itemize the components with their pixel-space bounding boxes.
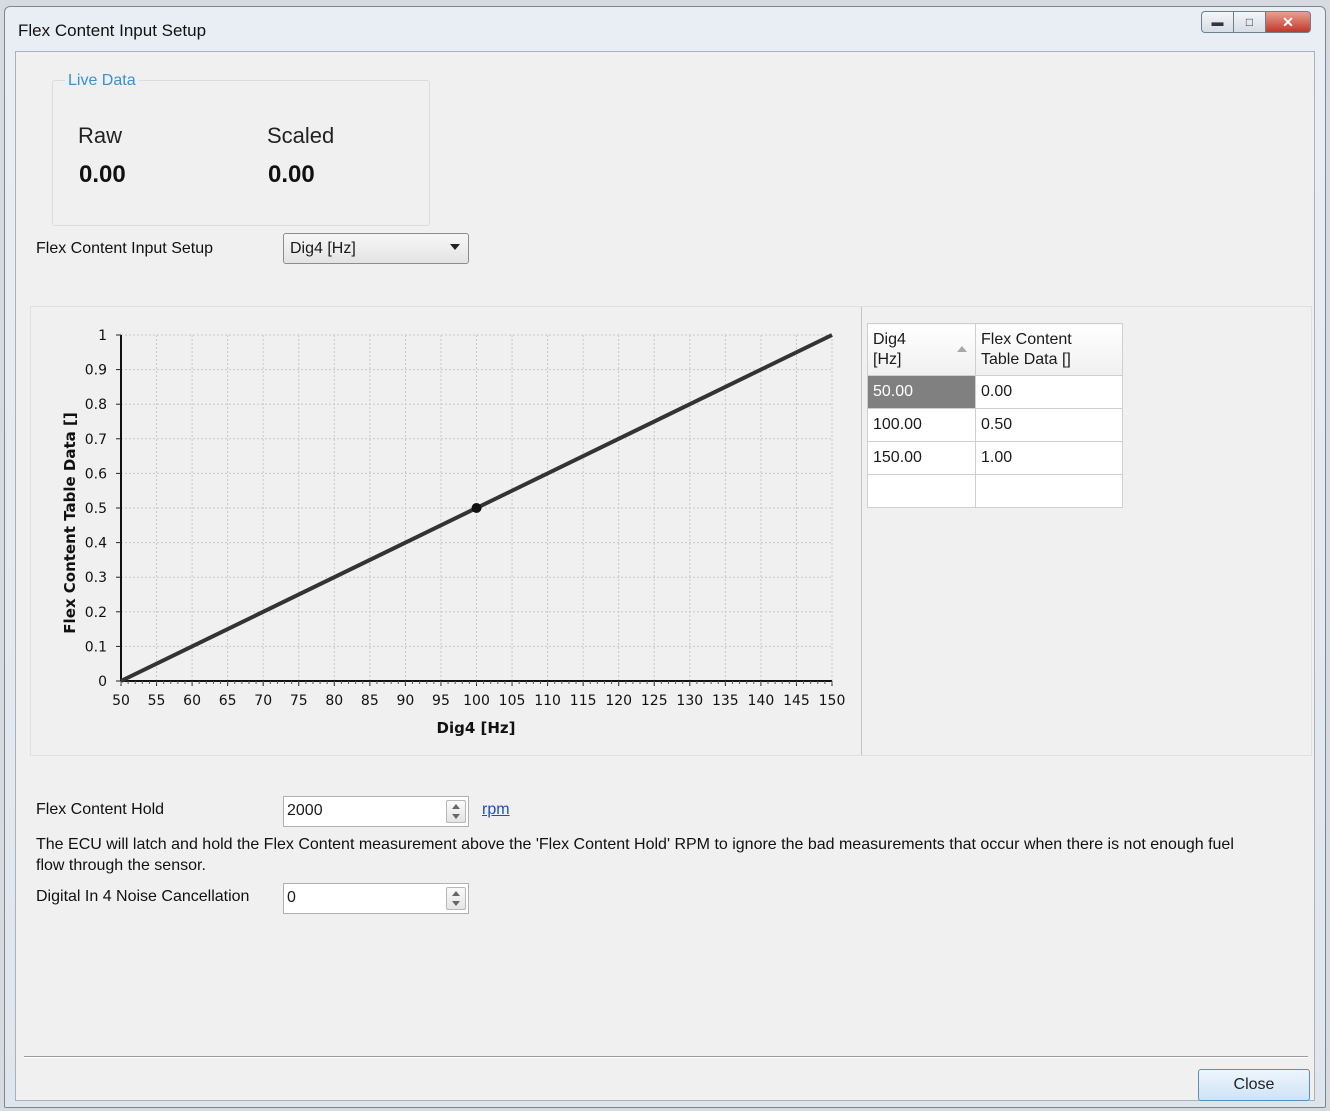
sort-ascending-icon: [957, 346, 967, 352]
x-tick-label: 90: [396, 693, 414, 709]
y-tick-label: 0.2: [85, 605, 107, 621]
table-cell[interactable]: 1.00: [975, 441, 1123, 475]
y-tick-label: 1: [98, 328, 107, 344]
close-window-button[interactable]: ✕: [1265, 11, 1311, 33]
noise-cancel-value[interactable]: 0: [287, 889, 296, 907]
noise-cancel-spinner[interactable]: 0: [283, 883, 469, 914]
spin-arrows-icon[interactable]: [446, 887, 466, 910]
chevron-down-icon: [450, 244, 460, 250]
table-row[interactable]: 100.00 0.50: [867, 408, 1123, 442]
title-bar[interactable]: Flex Content Input Setup ▬ □ ✕: [5, 7, 1325, 51]
hold-description: The ECU will latch and hold the Flex Con…: [36, 836, 1234, 874]
x-tick-label: 120: [605, 693, 632, 709]
spin-down-icon[interactable]: [452, 814, 460, 819]
raw-value: 0.00: [79, 161, 126, 188]
y-tick-label: 0.6: [85, 466, 107, 482]
raw-label: Raw: [78, 123, 123, 148]
minimize-icon: ▬: [1211, 15, 1224, 29]
y-tick-label: 0: [98, 674, 107, 690]
column-header-flex-content[interactable]: Flex Content Table Data []: [975, 323, 1123, 376]
table-data-grid[interactable]: Dig4 [Hz] Flex Content Table Data [] 50.…: [867, 323, 1123, 508]
y-tick-label: 0.1: [85, 639, 107, 655]
dialog-window: Flex Content Input Setup ▬ □ ✕ Live Data…: [4, 6, 1326, 1108]
x-tick-label: 105: [499, 693, 526, 709]
y-tick-label: 0.3: [85, 570, 107, 586]
x-tick-label: 95: [432, 693, 450, 709]
hold-label: Flex Content Hold: [36, 801, 165, 818]
x-tick-label: 110: [534, 693, 561, 709]
window-controls: ▬ □ ✕: [1201, 11, 1311, 33]
x-tick-label: 100: [463, 693, 490, 709]
input-setup-label: Flex Content Input Setup: [36, 240, 213, 257]
x-tick-label: 130: [676, 693, 703, 709]
window-title: Flex Content Input Setup: [18, 21, 207, 40]
close-icon: ✕: [1282, 13, 1294, 30]
scaled-label: Scaled: [267, 123, 335, 148]
table-cell[interactable]: 150.00: [867, 441, 976, 475]
y-tick-label: 0.5: [85, 501, 107, 517]
rpm-unit-link[interactable]: rpm: [482, 801, 510, 819]
x-tick-label: 65: [219, 693, 237, 709]
live-data-group: Live Data Raw 0.00 Scaled 0.00: [52, 72, 430, 226]
selected-point: [471, 503, 482, 513]
x-tick-label: 125: [641, 693, 668, 709]
chart-divider: [861, 307, 862, 755]
x-tick-label: 50: [112, 693, 130, 709]
spin-up-icon[interactable]: [452, 804, 460, 809]
y-tick-label: 0.8: [85, 397, 107, 413]
table-cell[interactable]: 0.50: [975, 408, 1123, 442]
flex-content-chart[interactable]: 50 55 60 65 70 75 80 85 90 95 100 105 110 115 120 125 13…: [31, 307, 859, 755]
chart-panel: 50 55 60 65 70 75 80 85 90 95 100 105 110 115 120 125 13…: [30, 306, 1312, 756]
column-header-dig4[interactable]: Dig4 [Hz]: [867, 323, 976, 376]
x-tick-label: 55: [148, 693, 166, 709]
table-cell[interactable]: 100.00: [867, 408, 976, 442]
live-data-legend: Live Data: [65, 72, 139, 90]
y-tick-label: 0.4: [85, 536, 107, 552]
input-setup-selected: Dig4 [Hz]: [290, 240, 356, 257]
dialog-body: Live Data Raw 0.00 Scaled 0.00 Flex Cont…: [15, 51, 1315, 1101]
noise-cancel-label: Digital In 4 Noise Cancellation: [36, 888, 250, 905]
x-tick-label: 150: [819, 693, 846, 709]
table-cell[interactable]: 0.00: [975, 375, 1123, 409]
column-header-label: Dig4 [Hz]: [873, 330, 906, 368]
x-tick-label: 135: [712, 693, 739, 709]
x-tick-label: 85: [361, 693, 379, 709]
table-cell[interactable]: 50.00: [867, 375, 976, 409]
x-tick-label: 140: [748, 693, 775, 709]
x-tick-label: 70: [254, 693, 272, 709]
restore-icon: □: [1245, 15, 1254, 29]
table-row[interactable]: 150.00 1.00: [867, 441, 1123, 475]
table-row[interactable]: 50.00 0.00: [867, 375, 1123, 409]
x-tick-label: 145: [783, 693, 810, 709]
input-setup-dropdown[interactable]: Dig4 [Hz]: [283, 233, 469, 264]
spin-up-icon[interactable]: [452, 891, 460, 896]
y-tick-label: 0.9: [85, 363, 107, 379]
close-button[interactable]: Close: [1198, 1069, 1310, 1101]
minimize-button[interactable]: ▬: [1201, 11, 1233, 33]
restore-button[interactable]: □: [1233, 11, 1265, 33]
table-cell[interactable]: [867, 474, 976, 508]
spin-down-icon[interactable]: [452, 901, 460, 906]
table-row-new[interactable]: [867, 474, 1123, 508]
x-tick-label: 60: [183, 693, 201, 709]
footer-divider: [24, 1056, 1308, 1058]
table-header-row: Dig4 [Hz] Flex Content Table Data []: [867, 323, 1123, 376]
scaled-value: 0.00: [268, 161, 315, 188]
x-tick-label: 80: [325, 693, 343, 709]
y-axis-label: Flex Content Table Data []: [61, 412, 79, 633]
x-tick-label: 115: [570, 693, 597, 709]
x-axis-label: Dig4 [Hz]: [437, 719, 516, 737]
y-tick-label: 0.7: [85, 432, 107, 448]
table-cell[interactable]: [975, 474, 1123, 508]
hold-spinner[interactable]: 2000: [283, 796, 469, 827]
column-header-label: Flex Content Table Data []: [981, 330, 1072, 368]
x-tick-label: 75: [290, 693, 308, 709]
spin-arrows-icon[interactable]: [446, 800, 466, 823]
hold-value[interactable]: 2000: [287, 802, 323, 820]
